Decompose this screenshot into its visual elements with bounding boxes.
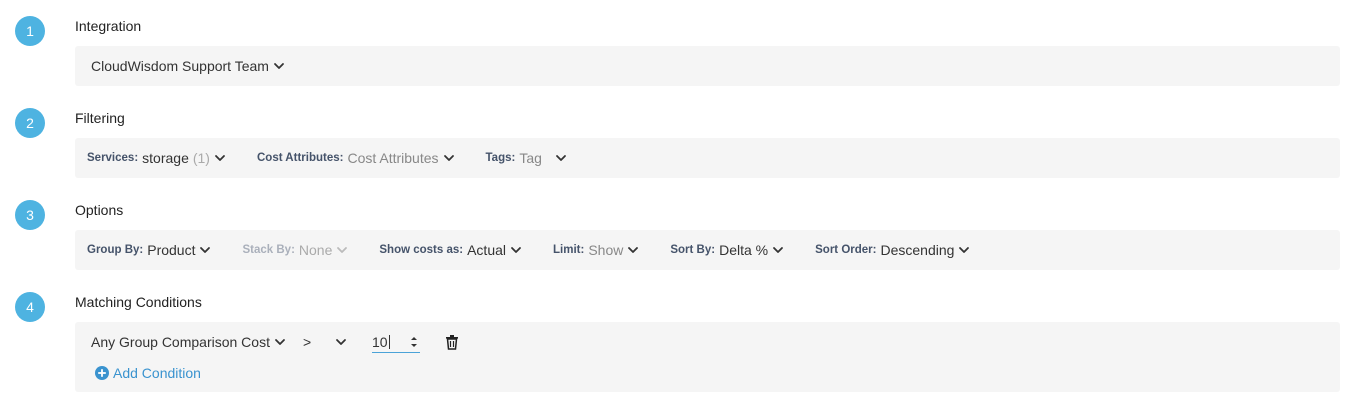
chevron-down-icon (773, 247, 784, 253)
trash-icon[interactable] (444, 334, 460, 350)
chevron-down-icon (511, 247, 521, 253)
condition-value-text: 10 (371, 333, 388, 350)
group-by-value: Product (147, 242, 196, 258)
condition-metric-dropdown[interactable]: Any Group Comparison Cost (91, 334, 287, 350)
integration-dropdown[interactable]: CloudWisdom Support Team (91, 58, 286, 74)
section-title: Matching Conditions (75, 294, 202, 310)
sort-order-value: Descending (880, 242, 955, 258)
chevron-down-icon (337, 247, 348, 253)
cost-attributes-dropdown[interactable]: Cost Attributes: Cost Attributes (257, 150, 456, 166)
add-condition-label: Add Condition (113, 365, 201, 381)
chevron-down-icon (628, 247, 639, 253)
text-caret (388, 334, 390, 349)
services-value: storage (142, 150, 189, 166)
tags-dropdown[interactable]: Tags: Tag (486, 150, 568, 166)
limit-dropdown[interactable]: Limit: Show (553, 242, 640, 258)
section-title: Filtering (75, 110, 125, 126)
services-count: (1) (192, 150, 210, 166)
step-number-badge: 1 (15, 16, 45, 46)
integration-value: CloudWisdom Support Team (91, 58, 269, 74)
plus-circle-icon (95, 366, 109, 380)
cost-attributes-value: Cost Attributes (347, 150, 439, 166)
services-label: Services: (87, 152, 139, 164)
section-title: Options (75, 202, 124, 218)
options-panel: Group By: Product Stack By: None Show co… (75, 230, 1340, 270)
chevron-down-icon (200, 247, 211, 253)
sort-order-label: Sort Order: (815, 244, 877, 256)
tags-value: Tag (519, 150, 542, 166)
show-costs-as-dropdown[interactable]: Show costs as: Actual (379, 242, 523, 258)
cost-attributes-label: Cost Attributes: (256, 152, 344, 164)
step-number-badge: 2 (15, 108, 45, 138)
add-condition-button[interactable]: Add Condition (95, 365, 201, 381)
sort-by-dropdown[interactable]: Sort By: Delta % (670, 242, 785, 258)
group-by-label: Group By: (87, 244, 144, 256)
spinner-arrows-icon[interactable] (408, 334, 420, 350)
condition-metric-value: Any Group Comparison Cost (91, 334, 270, 350)
stack-by-label: Stack By: (242, 244, 295, 256)
condition-row: Any Group Comparison Cost > 10 (91, 332, 460, 353)
integration-panel: CloudWisdom Support Team (75, 46, 1340, 86)
chevron-down-icon (336, 339, 346, 345)
chevron-down-icon (215, 155, 225, 161)
limit-label: Limit: (553, 244, 585, 256)
show-costs-as-value: Actual (467, 242, 507, 258)
chevron-down-icon (275, 339, 285, 345)
services-filter-dropdown[interactable]: Services: storage (1) (87, 150, 227, 166)
group-by-dropdown[interactable]: Group By: Product (87, 242, 212, 258)
step-number-badge: 3 (15, 200, 45, 230)
chevron-down-icon (556, 155, 566, 161)
sort-by-value: Delta % (719, 242, 769, 258)
tags-label: Tags: (485, 152, 516, 164)
show-costs-as-label: Show costs as: (379, 244, 464, 256)
sort-by-label: Sort By: (670, 244, 716, 256)
condition-operator-dropdown[interactable]: > (303, 334, 348, 350)
stack-by-value: None (298, 242, 333, 258)
chevron-down-icon (959, 247, 970, 253)
section-title: Integration (75, 18, 142, 34)
stack-by-dropdown: Stack By: None (242, 242, 349, 258)
step-number-badge: 4 (15, 292, 45, 322)
conditions-panel: Any Group Comparison Cost > 10 Add Condi… (75, 322, 1340, 392)
condition-value-input[interactable]: 10 (371, 332, 420, 353)
condition-operator-value: > (302, 334, 312, 350)
chevron-down-icon (443, 155, 454, 161)
chevron-down-icon (274, 63, 284, 69)
sort-order-dropdown[interactable]: Sort Order: Descending (815, 242, 971, 258)
filtering-panel: Services: storage (1) Cost Attributes: C… (75, 138, 1340, 178)
limit-value: Show (588, 242, 624, 258)
